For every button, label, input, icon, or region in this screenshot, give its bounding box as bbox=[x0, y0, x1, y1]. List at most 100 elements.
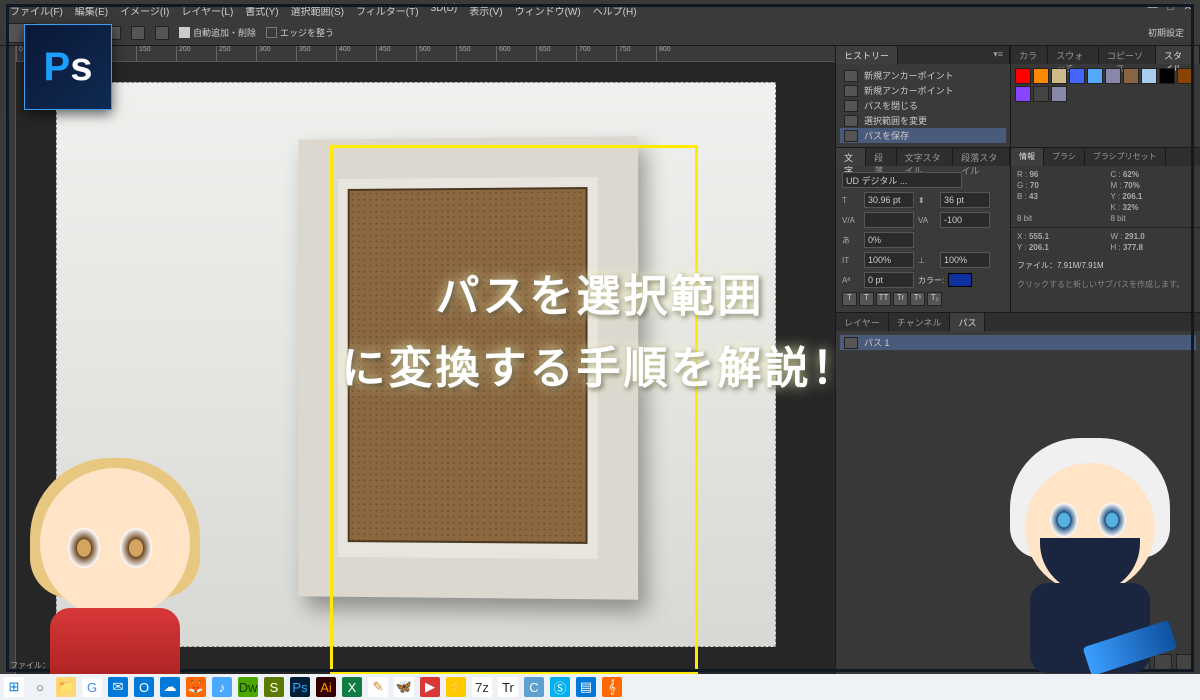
taskbar-app-icon[interactable]: 🦊 bbox=[186, 677, 206, 697]
path-item[interactable]: パス 1 bbox=[840, 335, 1196, 350]
taskbar-app-icon[interactable]: S bbox=[264, 677, 284, 697]
taskbar-app-icon[interactable]: 📁 bbox=[56, 677, 76, 697]
tab-段落[interactable]: 段落 bbox=[866, 148, 896, 166]
taskbar-app-icon[interactable]: Ps bbox=[290, 677, 310, 697]
menu-item[interactable]: ウィンドウ(W) bbox=[509, 0, 587, 20]
tab-文字[interactable]: 文字 bbox=[836, 148, 866, 166]
history-item[interactable]: 新規アンカーポイント bbox=[840, 68, 1006, 83]
taskbar-app-icon[interactable]: 🦋 bbox=[394, 677, 414, 697]
taskbar-app-icon[interactable]: ☁ bbox=[160, 677, 180, 697]
tab-段落スタイル[interactable]: 段落スタイル bbox=[953, 148, 1010, 166]
taskbar-app-icon[interactable]: O bbox=[134, 677, 154, 697]
history-item[interactable]: 新規アンカーポイント bbox=[840, 83, 1006, 98]
style-swatch[interactable] bbox=[1087, 68, 1103, 84]
tab-チャンネル[interactable]: チャンネル bbox=[889, 313, 951, 331]
tab-文字スタイル[interactable]: 文字スタイル bbox=[897, 148, 954, 166]
menu-item[interactable]: レイヤー(L) bbox=[175, 0, 239, 20]
menu-item[interactable]: 編集(E) bbox=[69, 0, 114, 20]
taskbar-app-icon[interactable]: ✉ bbox=[108, 677, 128, 697]
taskbar-app-icon[interactable]: Dw bbox=[238, 677, 258, 697]
taskbar-app-icon[interactable]: ○ bbox=[30, 677, 50, 697]
taskbar-app-icon[interactable]: ▶ bbox=[420, 677, 440, 697]
taskbar-app-icon[interactable]: 7z bbox=[472, 677, 492, 697]
tab-スウォッチ[interactable]: スウォッチ bbox=[1048, 46, 1099, 64]
tab-カラー[interactable]: カラー bbox=[1011, 46, 1048, 64]
option-icon[interactable] bbox=[131, 26, 145, 40]
option-icon[interactable] bbox=[155, 26, 169, 40]
rubber-checkbox[interactable]: エッジを整う bbox=[266, 26, 334, 39]
font-family-input[interactable] bbox=[842, 172, 962, 188]
history-item[interactable]: パスを閉じる bbox=[840, 98, 1006, 113]
tab-ブラシプリセット[interactable]: ブラシプリセット bbox=[1085, 148, 1166, 166]
tracking-input[interactable] bbox=[940, 212, 990, 228]
tab-スタイル[interactable]: スタイル bbox=[1156, 46, 1200, 64]
style-swatch[interactable] bbox=[1069, 68, 1085, 84]
opacity-input[interactable] bbox=[864, 232, 914, 248]
taskbar-app-icon[interactable]: Tr bbox=[498, 677, 518, 697]
style-swatch[interactable] bbox=[1141, 68, 1157, 84]
smallcaps-button[interactable]: Tr bbox=[893, 292, 908, 306]
menu-item[interactable]: ヘルプ(H) bbox=[587, 0, 643, 20]
tab-ブラシ[interactable]: ブラシ bbox=[1044, 148, 1085, 166]
close-icon[interactable]: ✕ bbox=[1184, 2, 1192, 13]
menu-item[interactable]: ファイル(F) bbox=[4, 0, 69, 20]
tab-コピーソース[interactable]: コピーソース bbox=[1099, 46, 1156, 64]
history-item-selected[interactable]: パスを保存 bbox=[840, 128, 1006, 143]
auto-add-checkbox[interactable]: ✓自動追加・削除 bbox=[179, 26, 256, 39]
panel-menu-icon[interactable]: ▾≡ bbox=[987, 46, 1010, 64]
taskbar-app-icon[interactable]: 𝄞 bbox=[602, 677, 622, 697]
menu-item[interactable]: 3D(D) bbox=[425, 0, 464, 20]
taskbar-app-icon[interactable]: Ai bbox=[316, 677, 336, 697]
leading-icon: ⬍ bbox=[918, 196, 936, 205]
style-swatch[interactable] bbox=[1177, 68, 1193, 84]
style-swatch[interactable] bbox=[1015, 86, 1031, 102]
style-swatch[interactable] bbox=[1105, 68, 1121, 84]
subscript-button[interactable]: T₁ bbox=[927, 292, 942, 306]
taskbar-app-icon[interactable]: ⚡ bbox=[446, 677, 466, 697]
tab-情報[interactable]: 情報 bbox=[1011, 148, 1044, 166]
style-swatch[interactable] bbox=[1123, 68, 1139, 84]
style-swatch[interactable] bbox=[1015, 68, 1031, 84]
taskbar-app-icon[interactable]: ♪ bbox=[212, 677, 232, 697]
hscale-icon: ⊥ bbox=[918, 256, 936, 265]
menu-item[interactable]: 書式(Y) bbox=[239, 0, 284, 20]
tab-レイヤー[interactable]: レイヤー bbox=[836, 313, 889, 331]
tab-history[interactable]: ヒストリー bbox=[836, 46, 898, 64]
taskbar-app-icon[interactable]: ✎ bbox=[368, 677, 388, 697]
history-step-icon bbox=[844, 100, 858, 112]
menu-item[interactable]: フィルター(T) bbox=[350, 0, 425, 20]
taskbar-app-icon[interactable]: G bbox=[82, 677, 102, 697]
style-swatch[interactable] bbox=[1033, 68, 1049, 84]
vscale-input[interactable] bbox=[864, 252, 914, 268]
hscale-input[interactable] bbox=[940, 252, 990, 268]
style-swatch[interactable] bbox=[1051, 86, 1067, 102]
menu-item[interactable]: イメージ(I) bbox=[114, 0, 175, 20]
taskbar-app-icon[interactable]: ⊞ bbox=[4, 677, 24, 697]
text-color-swatch[interactable] bbox=[948, 273, 972, 287]
maximize-icon[interactable]: □ bbox=[1168, 2, 1174, 13]
taskbar-app-icon[interactable]: C bbox=[524, 677, 544, 697]
kerning-input[interactable] bbox=[864, 212, 914, 228]
style-swatch[interactable] bbox=[1051, 68, 1067, 84]
taskbar-app-icon[interactable]: ▤ bbox=[576, 677, 596, 697]
style-tabs: カラースウォッチコピーソーススタイル bbox=[1011, 46, 1200, 64]
menu-bar: ファイル(F)編集(E)イメージ(I)レイヤー(L)書式(Y)選択範囲(S)フィ… bbox=[0, 0, 1200, 20]
style-swatch[interactable] bbox=[1159, 68, 1175, 84]
tab-パス[interactable]: パス bbox=[950, 313, 985, 331]
taskbar-app-icon[interactable]: X bbox=[342, 677, 362, 697]
menu-item[interactable]: 選択範囲(S) bbox=[285, 0, 350, 20]
baseline-input[interactable] bbox=[864, 272, 914, 288]
bold-button[interactable]: T bbox=[842, 292, 857, 306]
style-swatch[interactable] bbox=[1033, 86, 1049, 102]
workspace-preset-button[interactable]: 初期設定 bbox=[1148, 26, 1192, 39]
leading-input[interactable] bbox=[940, 192, 990, 208]
font-size-input[interactable] bbox=[864, 192, 914, 208]
caps-button[interactable]: TT bbox=[876, 292, 891, 306]
superscript-button[interactable]: T¹ bbox=[910, 292, 925, 306]
italic-button[interactable]: T bbox=[859, 292, 874, 306]
history-item[interactable]: 選択範囲を変更 bbox=[840, 113, 1006, 128]
minimize-icon[interactable]: — bbox=[1148, 2, 1158, 13]
taskbar-app-icon[interactable]: Ⓢ bbox=[550, 677, 570, 697]
menu-item[interactable]: 表示(V) bbox=[463, 0, 508, 20]
kerning-icon: V/A bbox=[842, 216, 860, 225]
